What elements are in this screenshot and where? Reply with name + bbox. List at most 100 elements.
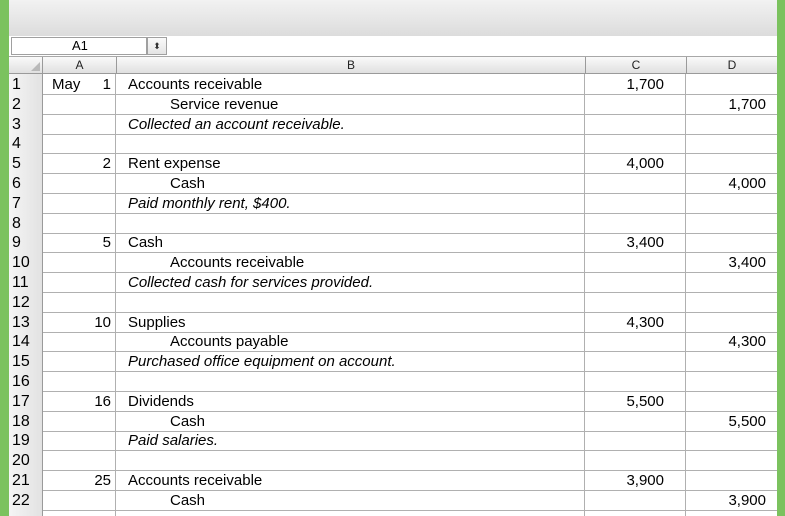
- cell-date[interactable]: [43, 331, 116, 352]
- cell-account[interactable]: Cash: [117, 410, 585, 431]
- cell-debit[interactable]: [586, 113, 686, 134]
- cell-debit[interactable]: [586, 192, 686, 213]
- cell-date[interactable]: [43, 450, 116, 471]
- cell-credit[interactable]: [687, 391, 777, 411]
- cell-debit[interactable]: [586, 430, 686, 451]
- row-header[interactable]: 15: [9, 351, 43, 372]
- cell-credit[interactable]: [687, 292, 777, 312]
- cell-debit[interactable]: [586, 133, 686, 154]
- cell-credit[interactable]: 3,400: [687, 252, 777, 272]
- row-header[interactable]: 12: [9, 291, 43, 312]
- row-header[interactable]: 6: [9, 173, 43, 193]
- cell-date[interactable]: [43, 430, 116, 451]
- cell-account[interactable]: Accounts receivable: [117, 252, 585, 273]
- cell-credit[interactable]: [687, 153, 777, 173]
- cell-credit[interactable]: [687, 272, 777, 292]
- cell-date[interactable]: [43, 489, 116, 510]
- cell-debit[interactable]: [586, 291, 686, 312]
- cell-date[interactable]: [43, 192, 116, 213]
- row-header[interactable]: 7: [9, 192, 43, 213]
- cell-credit[interactable]: [687, 213, 777, 233]
- row-header[interactable]: 3: [9, 113, 43, 134]
- cell-credit[interactable]: [687, 232, 777, 252]
- cell-account[interactable]: Collected an account receivable.: [117, 113, 585, 134]
- cell-date[interactable]: [43, 509, 116, 516]
- cell-credit[interactable]: [687, 450, 777, 470]
- cell-account[interactable]: [117, 450, 585, 471]
- cell-debit[interactable]: [586, 410, 686, 431]
- cell-credit[interactable]: [687, 510, 777, 516]
- cell-credit[interactable]: 4,000: [687, 173, 777, 193]
- name-box[interactable]: A1: [11, 37, 147, 55]
- cell-debit[interactable]: 3,400: [586, 232, 686, 253]
- cell-debit[interactable]: [586, 173, 686, 193]
- cell-date[interactable]: [43, 93, 116, 114]
- cell-debit[interactable]: 5,500: [586, 390, 686, 411]
- row-header[interactable]: 5: [9, 153, 43, 174]
- column-header-d[interactable]: D: [687, 57, 777, 73]
- row-header[interactable]: 11: [9, 272, 43, 292]
- name-box-stepper-icon[interactable]: ⬍: [147, 37, 167, 55]
- row-header[interactable]: 8: [9, 212, 43, 233]
- cell-credit[interactable]: [687, 114, 777, 134]
- row-header[interactable]: 21: [9, 470, 43, 490]
- cell-account[interactable]: [117, 212, 585, 233]
- cell-account[interactable]: Collected cash for services provided.: [117, 272, 585, 292]
- cell-date[interactable]: [43, 351, 116, 372]
- cell-date[interactable]: [43, 410, 116, 431]
- cell-account[interactable]: Accounts receivable: [117, 470, 585, 490]
- cell-date[interactable]: [43, 291, 116, 312]
- cell-account[interactable]: Service revenue: [117, 93, 585, 114]
- cell-credit[interactable]: [687, 312, 777, 332]
- select-all-corner[interactable]: [9, 57, 43, 73]
- row-header[interactable]: 14: [9, 331, 43, 352]
- row-header[interactable]: 1: [9, 74, 43, 94]
- cell-date[interactable]: May 1: [43, 74, 116, 94]
- cell-debit[interactable]: [586, 450, 686, 471]
- cell-account[interactable]: Purchased office equipment on account.: [117, 351, 585, 372]
- cell-debit[interactable]: 1,700: [586, 74, 686, 94]
- cell-credit[interactable]: 1,700: [687, 94, 777, 114]
- row-header[interactable]: 2: [9, 93, 43, 114]
- cell-date[interactable]: 10: [43, 311, 116, 332]
- row-header[interactable]: 17: [9, 390, 43, 411]
- cell-account[interactable]: Accounts receivable: [117, 74, 585, 94]
- cell-debit[interactable]: [586, 272, 686, 292]
- cell-credit[interactable]: 3,900: [687, 490, 777, 510]
- cell-date[interactable]: [43, 173, 116, 193]
- cell-debit[interactable]: [586, 509, 686, 516]
- row-header[interactable]: 22: [9, 489, 43, 510]
- cell-credit[interactable]: [687, 371, 777, 391]
- cell-date[interactable]: 16: [43, 390, 116, 411]
- cell-credit[interactable]: [687, 430, 777, 450]
- cell-credit[interactable]: [687, 193, 777, 213]
- cell-debit[interactable]: [586, 252, 686, 273]
- cell-debit[interactable]: [586, 331, 686, 352]
- cell-debit[interactable]: [586, 212, 686, 233]
- cell-account[interactable]: [117, 291, 585, 312]
- cell-debit[interactable]: 4,000: [586, 153, 686, 174]
- cell-account[interactable]: Dividends: [117, 390, 585, 411]
- row-header[interactable]: 4: [9, 133, 43, 154]
- cell-debit[interactable]: [586, 351, 686, 372]
- cell-debit[interactable]: [586, 489, 686, 510]
- cell-debit[interactable]: 3,900: [586, 470, 686, 490]
- cell-date[interactable]: [43, 212, 116, 233]
- cell-date[interactable]: 25: [43, 470, 116, 490]
- cell-account[interactable]: Accounts payable: [117, 331, 585, 352]
- cell-account[interactable]: Cash: [117, 232, 585, 253]
- cell-date[interactable]: [43, 272, 116, 292]
- cell-account[interactable]: Rent expense: [117, 153, 585, 174]
- cell-account[interactable]: Cash: [117, 173, 585, 193]
- cell-date[interactable]: [43, 133, 116, 154]
- row-header[interactable]: 9: [9, 232, 43, 253]
- row-header[interactable]: 13: [9, 311, 43, 332]
- cell-date[interactable]: [43, 252, 116, 273]
- row-header[interactable]: 18: [9, 410, 43, 431]
- column-header-a[interactable]: A: [43, 57, 117, 73]
- cell-date[interactable]: [43, 113, 116, 134]
- cell-credit[interactable]: [687, 133, 777, 153]
- cell-date[interactable]: [43, 371, 116, 391]
- row-header[interactable]: [9, 509, 43, 516]
- cell-debit[interactable]: 4,300: [586, 311, 686, 332]
